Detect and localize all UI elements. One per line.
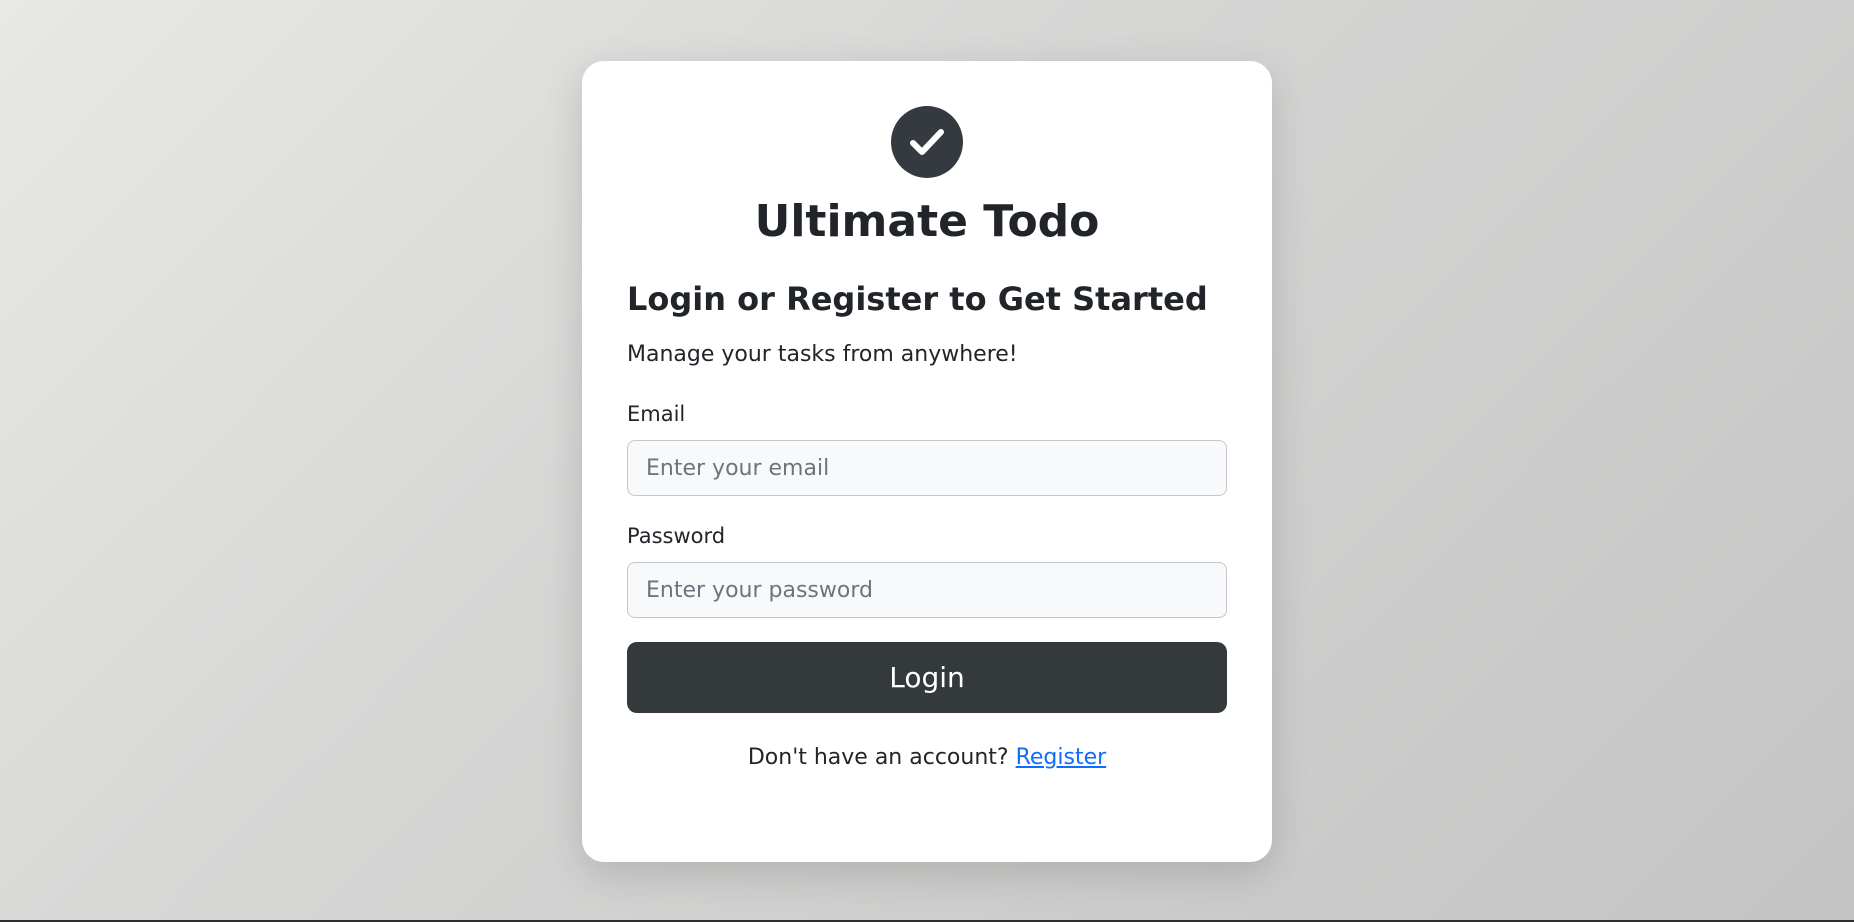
login-button[interactable]: Login — [627, 642, 1227, 713]
email-label: Email — [627, 402, 686, 426]
register-prompt-text: Don't have an account? — [747, 745, 1009, 770]
password-field[interactable] — [627, 562, 1227, 618]
register-prompt: Don't have an account? Register — [627, 743, 1227, 773]
logo-wrap — [627, 106, 1227, 178]
password-label: Password — [627, 524, 726, 548]
login-card: Ultimate Todo Login or Register to Get S… — [582, 61, 1272, 862]
register-link[interactable]: Register — [1016, 745, 1107, 770]
check-circle-icon — [891, 106, 963, 178]
checkmark-glyph — [910, 129, 944, 155]
email-field[interactable] — [627, 440, 1227, 496]
login-subtext: Manage your tasks from anywhere! — [627, 342, 1018, 367]
app-title: Ultimate Todo — [754, 196, 1100, 247]
login-heading: Login or Register to Get Started — [627, 280, 1208, 318]
